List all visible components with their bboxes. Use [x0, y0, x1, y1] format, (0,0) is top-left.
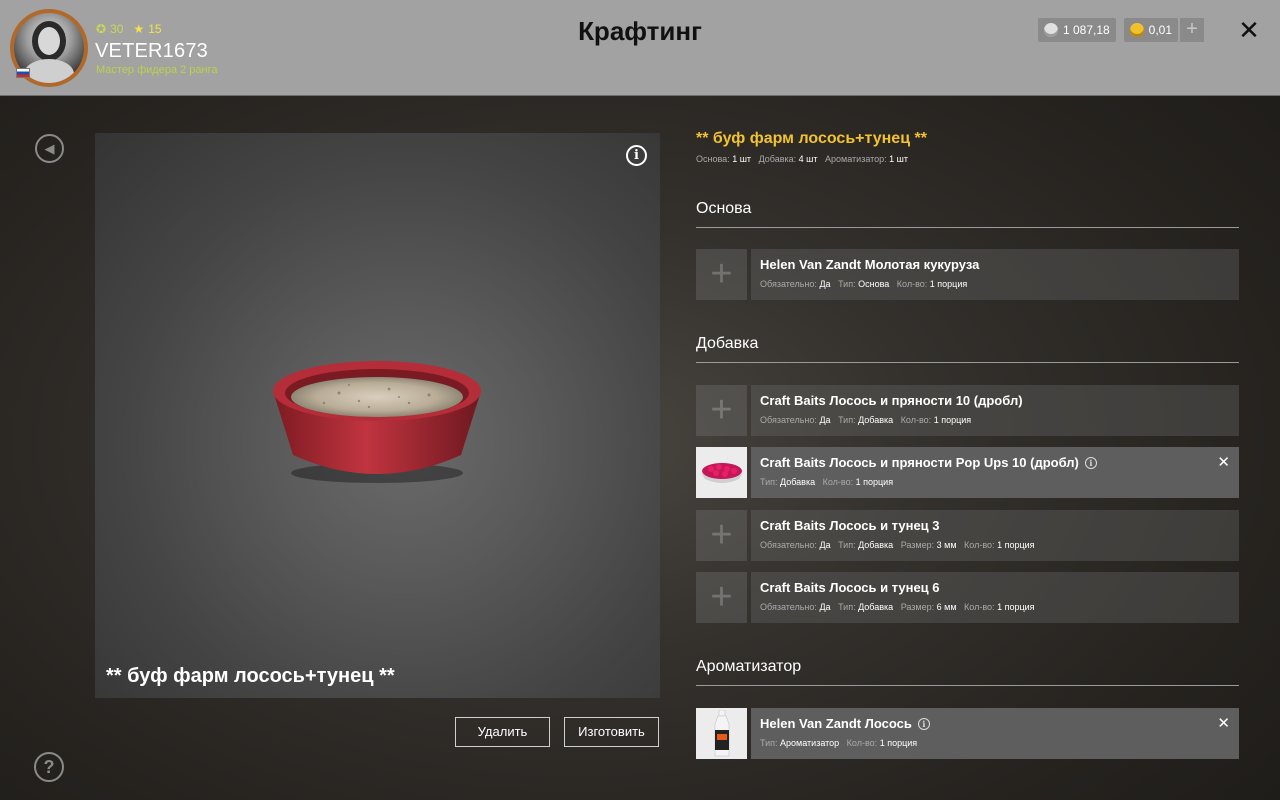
bowl-image	[269, 355, 485, 485]
add-ingredient-icon[interactable]: +	[696, 572, 747, 623]
section-header-base: Основа	[696, 200, 1239, 228]
summary-label: Ароматизатор:	[825, 154, 887, 164]
flavor-bottle-icon	[714, 710, 730, 757]
ingredient-name: Craft Baits Лосось и пряности Pop Ups 10…	[760, 455, 1230, 470]
delete-button[interactable]: Удалить	[455, 717, 550, 747]
ingredient-slot[interactable]: + Craft Baits Лосось и тунец 6 Обязатель…	[696, 572, 1239, 623]
section-header-additive: Добавка	[696, 335, 1239, 363]
back-arrow-icon: ◀	[44, 141, 55, 156]
silver-coin-icon	[1044, 23, 1058, 37]
gold-balance: 0,01	[1124, 18, 1178, 42]
ingredient-name: Helen Van Zandt Молотая кукуруза	[760, 257, 980, 272]
ingredient-props: Обязательно: Да Тип: Добавка Размер: 3 м…	[760, 540, 1035, 550]
info-button[interactable]: i	[626, 145, 647, 166]
ingredient-info-icon[interactable]: i	[917, 717, 930, 730]
remove-ingredient-button[interactable]: ✕	[1217, 453, 1230, 471]
ingredient-slot-filled[interactable]: Craft Baits Лосось и пряности Pop Ups 10…	[696, 447, 1239, 498]
ingredient-slot[interactable]: + Craft Baits Лосось и пряности 10 (дроб…	[696, 385, 1239, 436]
russia-flag-icon	[16, 68, 30, 78]
back-button[interactable]: ◀	[35, 134, 64, 163]
silver-value: 1 087,18	[1063, 23, 1110, 37]
ingredient-slot-filled[interactable]: Helen Van Zandt Лосось i Тип: Ароматизат…	[696, 708, 1239, 759]
summary-value: 1 шт	[732, 154, 752, 164]
close-button[interactable]: ✕	[1236, 16, 1262, 44]
player-rank: Мастер фидера 2 ранга	[96, 64, 218, 76]
craft-button[interactable]: Изготовить	[564, 717, 659, 747]
ingredient-props: Обязательно: Да Тип: Добавка Размер: 6 м…	[760, 602, 1035, 612]
ingredient-name: Craft Baits Лосось и тунец 6	[760, 580, 940, 595]
gold-coin-icon	[1130, 23, 1144, 37]
recipe-summary: Основа: 1 шт Добавка: 4 шт Ароматизатор:…	[696, 154, 908, 164]
ingredient-name: Craft Baits Лосось и тунец 3	[760, 518, 940, 533]
summary-value: 4 шт	[798, 154, 818, 164]
slot-body[interactable]: Helen Van Zandt Лосось i Тип: Ароматизат…	[751, 708, 1239, 759]
preview-item-name: ** буф фарм лосось+тунец **	[106, 665, 395, 687]
add-ingredient-icon[interactable]: +	[696, 249, 747, 300]
gold-value: 0,01	[1148, 23, 1172, 37]
ingredient-name: Craft Baits Лосось и пряности 10 (дробл)	[760, 393, 1023, 408]
ingredient-thumbnail	[696, 447, 747, 498]
help-icon: ?	[43, 757, 55, 777]
silver-balance: 1 087,18	[1038, 18, 1116, 42]
ingredient-slot[interactable]: + Craft Baits Лосось и тунец 3 Обязатель…	[696, 510, 1239, 561]
ingredient-props: Тип: Добавка Кол-во: 1 порция	[760, 477, 894, 487]
slot-body[interactable]: Craft Baits Лосось и тунец 3 Обязательно…	[751, 510, 1239, 561]
help-button[interactable]: ?	[34, 752, 64, 782]
ingredient-thumbnail	[696, 708, 747, 759]
recipe-title: ** буф фарм лосось+тунец **	[696, 130, 927, 147]
ingredient-props: Тип: Ароматизатор Кол-во: 1 порция	[760, 738, 918, 748]
top-bar: ✪ 30 ★ 15 VETER1673 Мастер фидера 2 ранг…	[0, 0, 1280, 96]
summary-label: Добавка:	[758, 154, 797, 164]
pop-ups-bait-icon	[701, 463, 743, 483]
ingredient-name: Helen Van Zandt Лосось i	[760, 716, 1230, 731]
add-gold-button[interactable]: +	[1180, 18, 1204, 42]
add-ingredient-icon[interactable]: +	[696, 510, 747, 561]
ingredient-props: Обязательно: Да Тип: Основа Кол-во: 1 по…	[760, 279, 968, 289]
slot-body[interactable]: Craft Baits Лосось и тунец 6 Обязательно…	[751, 572, 1239, 623]
section-header-flavor: Ароматизатор	[696, 658, 1239, 686]
slot-body[interactable]: Helen Van Zandt Молотая кукуруза Обязате…	[751, 249, 1239, 300]
slot-body[interactable]: Craft Baits Лосось и пряности Pop Ups 10…	[751, 447, 1239, 498]
slot-body[interactable]: Craft Baits Лосось и пряности 10 (дробл)…	[751, 385, 1239, 436]
ingredient-info-icon[interactable]: i	[1084, 456, 1097, 469]
item-preview: i ** буф фарм лосось+тунец **	[95, 133, 660, 698]
summary-value: 1 шт	[889, 154, 909, 164]
ingredient-slot[interactable]: + Helen Van Zandt Молотая кукуруза Обяза…	[696, 249, 1239, 300]
remove-ingredient-button[interactable]: ✕	[1217, 714, 1230, 732]
add-ingredient-icon[interactable]: +	[696, 385, 747, 436]
summary-label: Основа:	[696, 154, 730, 164]
ingredient-props: Обязательно: Да Тип: Добавка Кол-во: 1 п…	[760, 415, 972, 425]
